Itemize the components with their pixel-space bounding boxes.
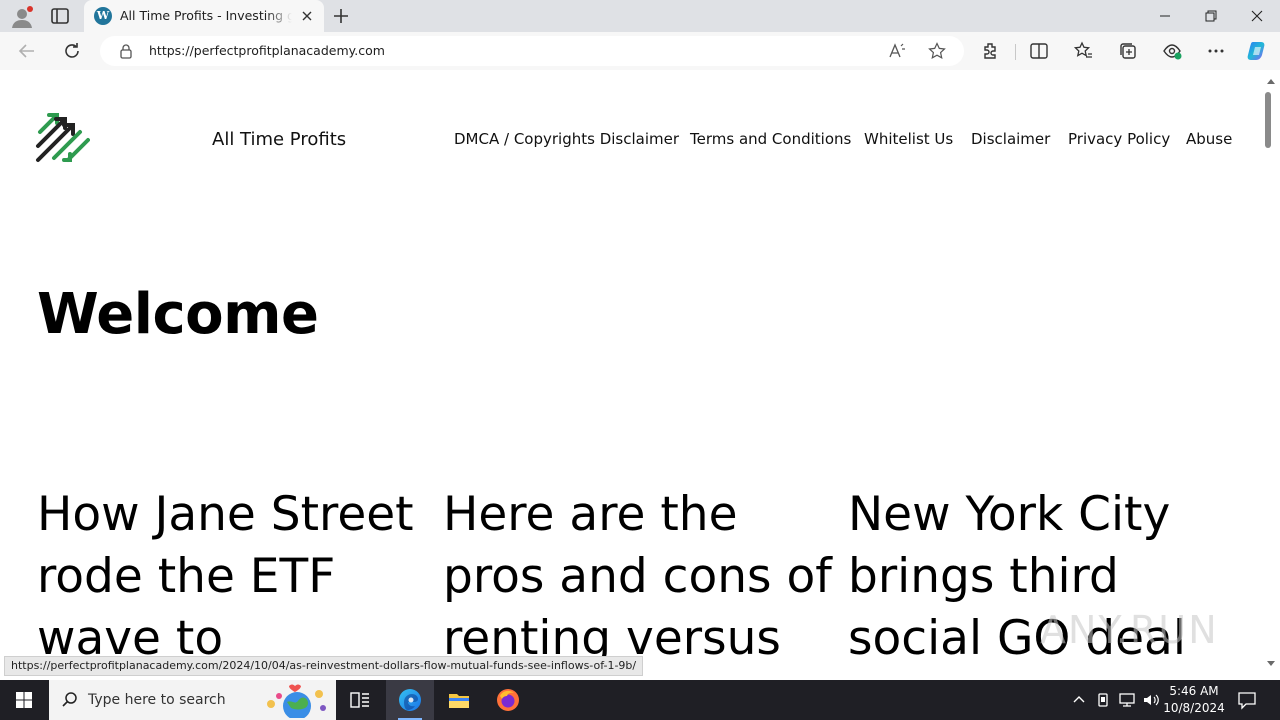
firefox-icon[interactable] [484, 680, 532, 720]
search-placeholder: Type here to search [88, 692, 226, 708]
nav-dmca[interactable]: DMCA / Copyrights Disclaimer [454, 130, 679, 148]
device-icon[interactable] [1093, 690, 1113, 710]
url-text[interactable]: https://perfectprofitplanacademy.com [149, 43, 385, 58]
post-title-1[interactable]: How Jane Street rode the ETF wave to [37, 484, 437, 670]
browser-toolbar: https://perfectprofitplanacademy.com [0, 32, 1280, 70]
notifications-icon[interactable] [1236, 689, 1258, 711]
active-tab[interactable]: W All Time Profits - Investing guide [84, 0, 324, 32]
site-title[interactable]: All Time Profits [212, 129, 346, 150]
more-menu-icon[interactable] [1205, 40, 1227, 62]
nav-disclaimer[interactable]: Disclaimer [971, 130, 1050, 148]
scroll-down-icon[interactable] [1267, 661, 1275, 666]
collections-icon[interactable] [1117, 40, 1139, 62]
tab-actions-icon[interactable] [50, 7, 70, 25]
post-title-2[interactable]: Here are the pros and cons of renting ve… [443, 484, 843, 670]
post-title-line: rode the ETF [37, 549, 336, 604]
wordpress-icon: W [94, 7, 112, 25]
nav-privacy[interactable]: Privacy Policy [1068, 130, 1170, 148]
nav-abuse[interactable]: Abuse [1186, 130, 1232, 148]
extensions-icon[interactable] [980, 40, 1002, 62]
site-logo-icon[interactable] [34, 110, 90, 166]
post-title-line: How Jane Street [37, 487, 414, 542]
back-icon[interactable] [16, 40, 38, 62]
clock-date: 10/8/2024 [1163, 701, 1225, 715]
page-scrollbar[interactable] [1260, 70, 1280, 680]
toolbar-separator [1015, 44, 1016, 60]
refresh-icon[interactable] [61, 40, 83, 62]
search-highlight-icon [259, 682, 331, 720]
anyrun-watermark: ANY.RUN [1040, 608, 1219, 652]
start-button[interactable] [0, 680, 48, 720]
tray-overflow-icon[interactable] [1069, 690, 1089, 710]
tab-title: All Time Profits - Investing guide [120, 8, 292, 23]
split-screen-icon[interactable] [1028, 40, 1050, 62]
file-explorer-icon[interactable] [435, 680, 483, 720]
new-tab-icon[interactable] [331, 6, 351, 26]
link-status-bubble: https://perfectprofitplanacademy.com/202… [4, 656, 644, 676]
scroll-up-icon[interactable] [1267, 79, 1275, 84]
clock-time: 5:46 AM [1169, 684, 1219, 698]
tab-close-icon[interactable] [298, 7, 316, 25]
read-aloud-icon[interactable] [888, 42, 906, 60]
post-title-line: pros and cons of [443, 549, 832, 604]
tab-bar: W All Time Profits - Investing guide [0, 0, 1280, 32]
taskbar: Type here to search 5:46 AM 10/8/2024 [0, 680, 1280, 720]
minimize-icon[interactable] [1142, 0, 1188, 32]
browser-essentials-icon[interactable] [1161, 40, 1183, 62]
copilot-icon[interactable] [1246, 40, 1268, 62]
network-icon[interactable] [1117, 690, 1137, 710]
post-title-line: New York City [848, 487, 1171, 542]
restore-icon[interactable] [1188, 0, 1234, 32]
nav-whitelist[interactable]: Whitelist Us [864, 130, 953, 148]
edge-taskbar-icon[interactable] [386, 680, 434, 720]
favorite-star-icon[interactable] [928, 42, 946, 60]
scroll-thumb[interactable] [1265, 92, 1271, 148]
taskbar-search[interactable]: Type here to search [49, 680, 336, 720]
post-title-line: Here are the [443, 487, 738, 542]
search-icon [61, 691, 79, 709]
page-heading: Welcome [37, 282, 319, 347]
task-view-icon[interactable] [336, 680, 384, 720]
favorites-icon[interactable] [1072, 40, 1094, 62]
nav-terms[interactable]: Terms and Conditions [690, 130, 851, 148]
close-window-icon[interactable] [1234, 0, 1280, 32]
page-viewport: All Time Profits DMCA / Copyrights Discl… [4, 70, 1260, 680]
post-title-line: brings third [848, 549, 1119, 604]
lock-icon[interactable] [118, 43, 134, 59]
profile-icon[interactable] [10, 5, 34, 29]
address-bar[interactable]: https://perfectprofitplanacademy.com [100, 36, 964, 66]
taskbar-clock[interactable]: 5:46 AM 10/8/2024 [1158, 683, 1230, 717]
